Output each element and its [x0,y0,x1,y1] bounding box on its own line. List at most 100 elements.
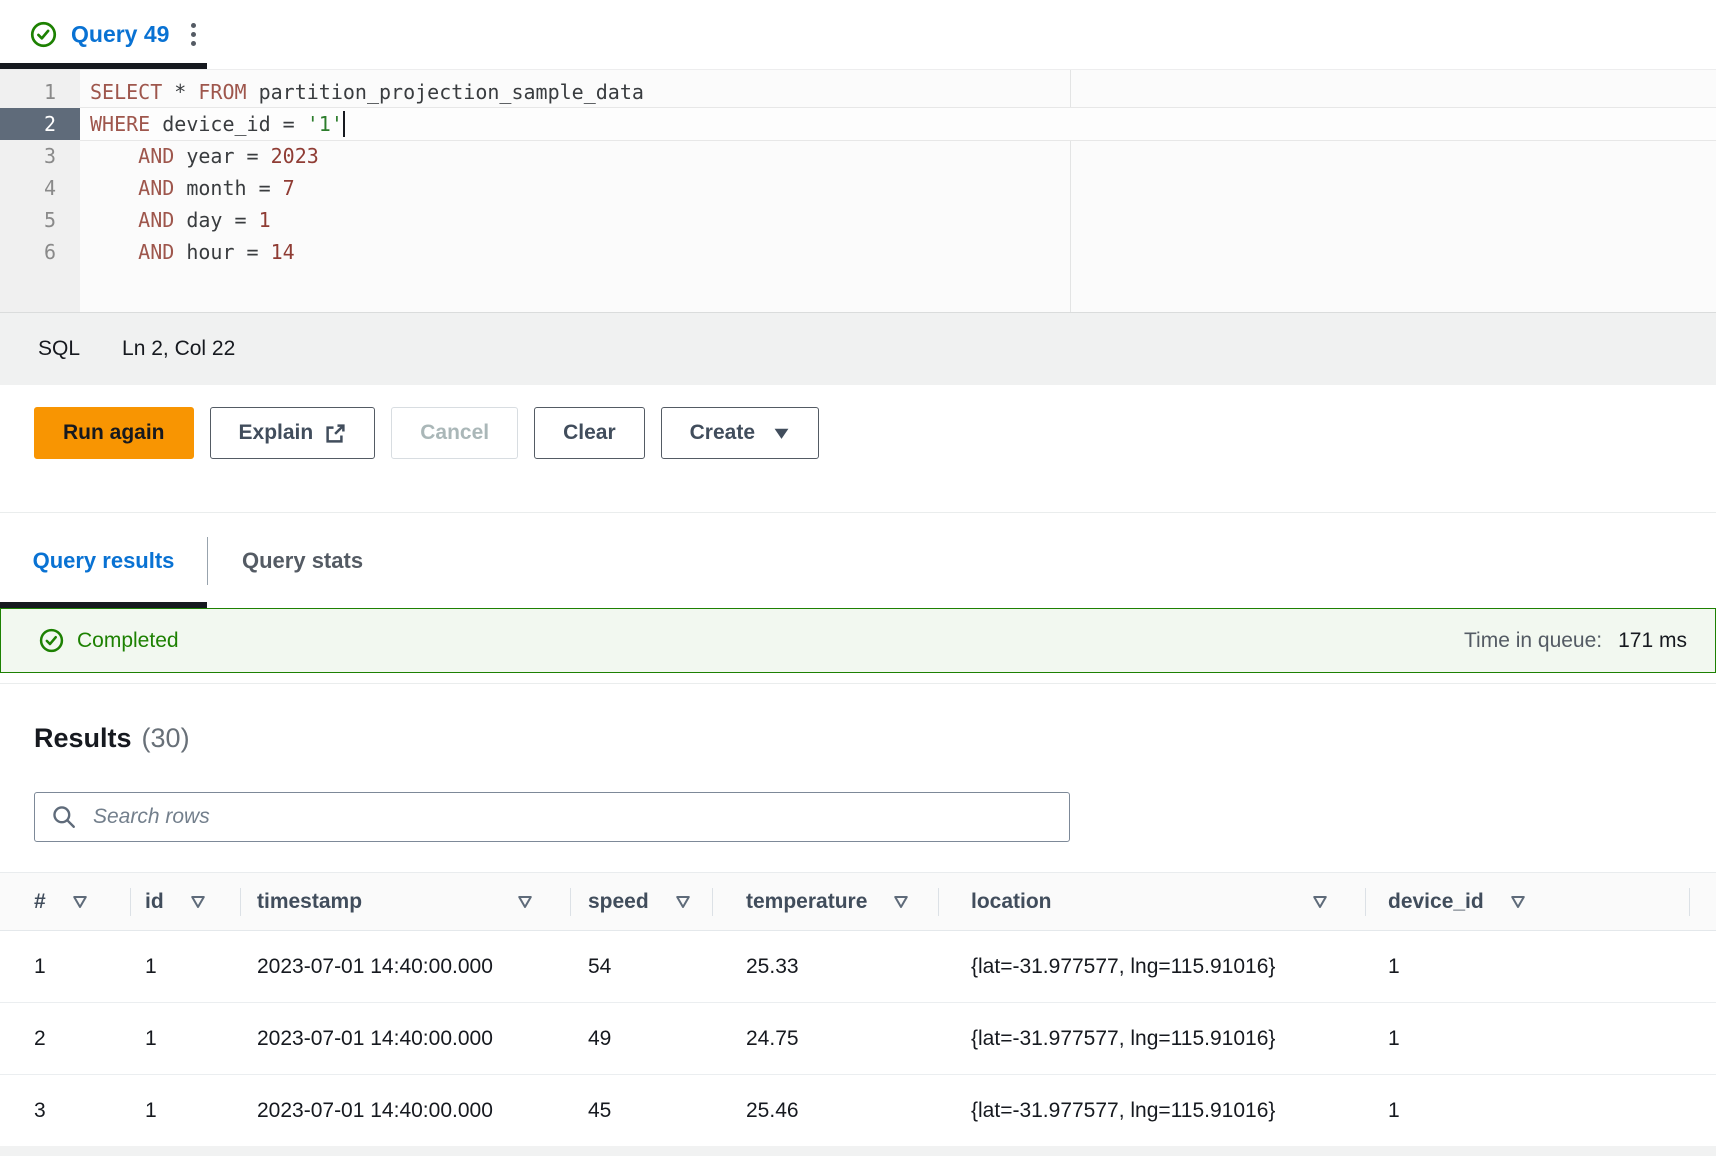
query-tab-title: Query 49 [71,21,169,48]
time-in-queue-value: 171 ms [1618,629,1687,653]
editor-code: SELECT * FROM partition_projection_sampl… [80,70,1716,312]
completed-check-icon [39,628,64,653]
column-header-inner: location [971,890,1364,914]
results-count: (30) [142,723,190,754]
language-label: SQL [38,337,80,361]
column-header-temperature: temperature [712,873,938,931]
table-cell: 3 [0,1075,130,1147]
table-cell: {lat=-31.977577, lng=115.91016} [938,931,1365,1003]
column-header-label: location [971,890,1052,914]
column-header-id: id [130,873,240,931]
table-cell: 1 [130,931,240,1003]
kebab-menu-icon[interactable] [187,19,200,50]
code-token [90,144,138,168]
table-cell: 2023-07-01 14:40:00.000 [240,1003,570,1075]
results-table: #idtimestampspeedtemperaturelocationdevi… [0,872,1716,1147]
column-header-index: # [0,873,130,931]
table-cell: 1 [130,1003,240,1075]
filter-icon[interactable] [1312,895,1328,909]
external-link-icon [325,423,346,444]
caret-down-icon [773,427,790,440]
code-token: SELECT [90,80,162,104]
query-status-banner: Completed Time in queue: 171 ms [0,608,1716,673]
column-header-label: speed [588,890,649,914]
column-header-inner: # [34,890,129,914]
tab-query-results[interactable]: Query results [0,513,207,608]
table-row: 112023-07-01 14:40:00.0005425.33{lat=-31… [0,931,1716,1003]
code-token: '1' [307,112,343,136]
sql-editor[interactable]: 123456 SELECT * FROM partition_projectio… [0,70,1716,312]
code-token: device_id = [150,112,307,136]
table-cell: 1 [130,1075,240,1147]
results-heading: Results (30) [34,723,1716,754]
tab-query-stats[interactable]: Query stats [208,513,397,608]
line-number: 3 [0,140,80,172]
cancel-button[interactable]: Cancel [391,407,518,459]
code-line: AND year = 2023 [80,140,1716,172]
filter-icon[interactable] [190,895,206,909]
run-again-label: Run again [63,421,165,445]
code-token [90,176,138,200]
search-rows-input[interactable] [91,804,1057,830]
filter-icon[interactable] [675,895,691,909]
column-header-inner: speed [588,890,711,914]
code-token: AND [138,144,174,168]
create-label: Create [690,421,755,445]
search-icon [51,804,77,830]
explain-button[interactable]: Explain [210,407,376,459]
filter-icon[interactable] [517,895,533,909]
results-title: Results [34,723,132,754]
code-token: AND [138,208,174,232]
clear-button[interactable]: Clear [534,407,645,459]
table-cell: {lat=-31.977577, lng=115.91016} [938,1003,1365,1075]
table-row: 212023-07-01 14:40:00.0004924.75{lat=-31… [0,1003,1716,1075]
code-token: * [162,80,198,104]
filter-icon[interactable] [72,895,88,909]
table-cell: 2023-07-01 14:40:00.000 [240,1075,570,1147]
results-body: 112023-07-01 14:40:00.0005425.33{lat=-31… [0,931,1716,1147]
filter-icon[interactable] [1510,895,1526,909]
tab-query-49[interactable]: Query 49 [0,0,207,69]
table-cell: 2023-07-01 14:40:00.000 [240,931,570,1003]
filter-icon[interactable] [893,895,909,909]
code-token: WHERE [90,112,150,136]
code-token: 2023 [271,144,319,168]
code-token: day = [174,208,258,232]
tab-query-results-label: Query results [33,548,175,574]
completed-label: Completed [77,629,179,653]
run-again-button[interactable]: Run again [34,407,194,459]
column-header-label: temperature [746,890,867,914]
cancel-label: Cancel [420,421,489,445]
column-header-label: id [145,890,164,914]
line-number: 4 [0,172,80,204]
table-cell: 2 [0,1003,130,1075]
tab-query-stats-label: Query stats [242,548,363,574]
table-cell: 1 [1365,931,1716,1003]
clear-label: Clear [563,421,616,445]
table-row: 312023-07-01 14:40:00.0004525.46{lat=-31… [0,1075,1716,1147]
code-token [90,240,138,264]
code-token [90,208,138,232]
code-line: SELECT * FROM partition_projection_sampl… [80,76,1716,108]
code-line: AND month = 7 [80,172,1716,204]
create-button[interactable]: Create [661,407,819,459]
column-header-label: timestamp [257,890,362,914]
code-token: AND [138,240,174,264]
query-tab-bar: Query 49 [0,0,1716,70]
line-number: 6 [0,236,80,268]
query-actions-toolbar: Run again Explain Cancel Clear Create [0,385,1716,512]
table-cell: 24.75 [712,1003,938,1075]
column-header-inner: id [145,890,239,914]
column-header-inner: timestamp [257,890,569,914]
code-token: partition_projection_sample_data [247,80,644,104]
time-in-queue-label: Time in queue: [1464,629,1602,653]
column-header-location: location [938,873,1365,931]
editor-status-bar: SQL Ln 2, Col 22 [0,312,1716,385]
check-circle-icon [30,21,57,48]
editor-gutter: 123456 [0,70,80,312]
code-line: WHERE device_id = '1' [80,108,1716,140]
code-token: FROM [198,80,246,104]
column-header-inner: temperature [746,890,937,914]
column-header-speed: speed [570,873,712,931]
athena-query-editor: Query 49 123456 SELECT * FROM partition_… [0,0,1716,1156]
